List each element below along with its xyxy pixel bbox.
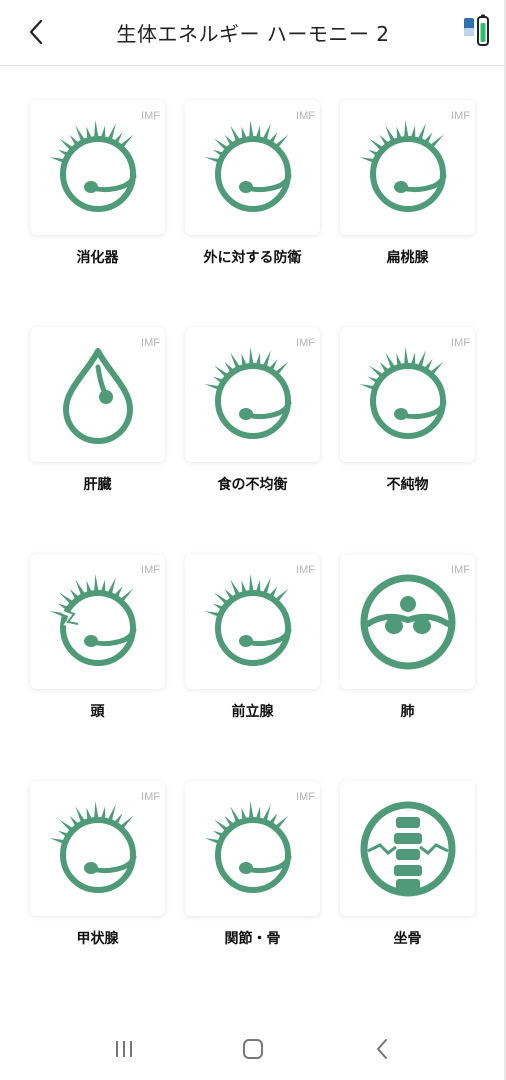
- item-label: 消化器: [76, 250, 119, 266]
- item-label: 甲状腺: [76, 931, 119, 947]
- item-grid: IMF 消化器 IMF 外に対する防衛 IMF 扁桃腺 IMF 肝臓 IMF 食の不均衡 IMF 不…: [30, 100, 475, 948]
- imf-badge: IMF: [141, 791, 160, 803]
- home-icon: [242, 1039, 263, 1059]
- grid-item[interactable]: 坐骨: [340, 781, 475, 948]
- item-card[interactable]: IMF: [30, 554, 165, 689]
- grid-item[interactable]: IMF 甲状腺: [30, 781, 165, 948]
- imf-badge: IMF: [296, 791, 315, 803]
- item-label: 扁桃腺: [386, 250, 429, 266]
- imf-badge: IMF: [451, 564, 470, 576]
- back-icon: [376, 1039, 387, 1059]
- item-card[interactable]: IMF: [340, 100, 475, 235]
- app-header: 生体エネルギー ハーモニー 2: [0, 0, 506, 66]
- grid-item[interactable]: IMF 扁桃腺: [340, 100, 475, 267]
- imf-badge: IMF: [451, 337, 470, 349]
- item-label: 不純物: [386, 477, 429, 493]
- item-label: 肝臓: [83, 477, 112, 493]
- item-card[interactable]: IMF: [185, 781, 320, 916]
- item-label: 坐骨: [393, 931, 422, 947]
- imf-badge: IMF: [296, 564, 315, 576]
- spiky-spiral-icon: [203, 118, 303, 218]
- spiky-spiral-icon: [203, 799, 303, 899]
- recent-apps-button[interactable]: [94, 1029, 154, 1069]
- item-label: 頭: [90, 704, 105, 720]
- spiky-spiral-icon: [358, 118, 458, 218]
- grid-item[interactable]: IMF 肝臓: [30, 327, 165, 494]
- grid-item[interactable]: IMF 食の不均衡: [185, 327, 320, 494]
- system-navbar: [0, 1018, 506, 1080]
- item-label: 前立腺: [231, 704, 274, 720]
- spiky-spiral-crack-icon: [48, 572, 148, 672]
- imf-badge: IMF: [141, 337, 160, 349]
- spine-circle-icon: [358, 799, 458, 899]
- spiky-spiral-icon: [48, 118, 148, 218]
- back-button[interactable]: [16, 14, 56, 50]
- spiky-spiral-icon: [203, 345, 303, 445]
- imf-badge: IMF: [296, 110, 315, 122]
- imf-badge: IMF: [141, 564, 160, 576]
- item-label: 関節・骨: [224, 931, 281, 947]
- item-card[interactable]: IMF: [340, 327, 475, 462]
- grid-item[interactable]: IMF 前立腺: [185, 554, 320, 721]
- item-card[interactable]: IMF: [340, 554, 475, 689]
- grid-item[interactable]: IMF 外に対する防衛: [185, 100, 320, 267]
- grid-item[interactable]: IMF 消化器: [30, 100, 165, 267]
- imf-badge: IMF: [296, 337, 315, 349]
- grid-item[interactable]: IMF 関節・骨: [185, 781, 320, 948]
- spiky-spiral-icon: [203, 572, 303, 672]
- page-title: 生体エネルギー ハーモニー 2: [116, 22, 390, 46]
- lungs-circle-icon: [358, 572, 458, 672]
- chevron-left-icon: [29, 19, 43, 45]
- item-label: 外に対する防衛: [203, 250, 302, 266]
- spiky-spiral-icon: [358, 345, 458, 445]
- item-card[interactable]: IMF: [30, 100, 165, 235]
- item-label: 肺: [400, 704, 415, 720]
- item-label: 食の不均衡: [217, 477, 288, 493]
- nav-back-button[interactable]: [352, 1029, 412, 1069]
- item-card[interactable]: IMF: [185, 554, 320, 689]
- battery-icon: [462, 14, 492, 48]
- imf-badge: IMF: [141, 110, 160, 122]
- drop-icon: [48, 345, 148, 445]
- grid-item[interactable]: IMF 頭: [30, 554, 165, 721]
- item-card[interactable]: IMF: [185, 327, 320, 462]
- home-button[interactable]: [223, 1029, 283, 1069]
- item-card[interactable]: [340, 781, 475, 916]
- item-card[interactable]: IMF: [30, 327, 165, 462]
- item-card[interactable]: IMF: [30, 781, 165, 916]
- grid-item[interactable]: IMF 不純物: [340, 327, 475, 494]
- item-card[interactable]: IMF: [185, 100, 320, 235]
- recent-apps-icon: [116, 1041, 133, 1057]
- imf-badge: IMF: [451, 110, 470, 122]
- spiky-spiral-icon: [48, 799, 148, 899]
- grid-item[interactable]: IMF 肺: [340, 554, 475, 721]
